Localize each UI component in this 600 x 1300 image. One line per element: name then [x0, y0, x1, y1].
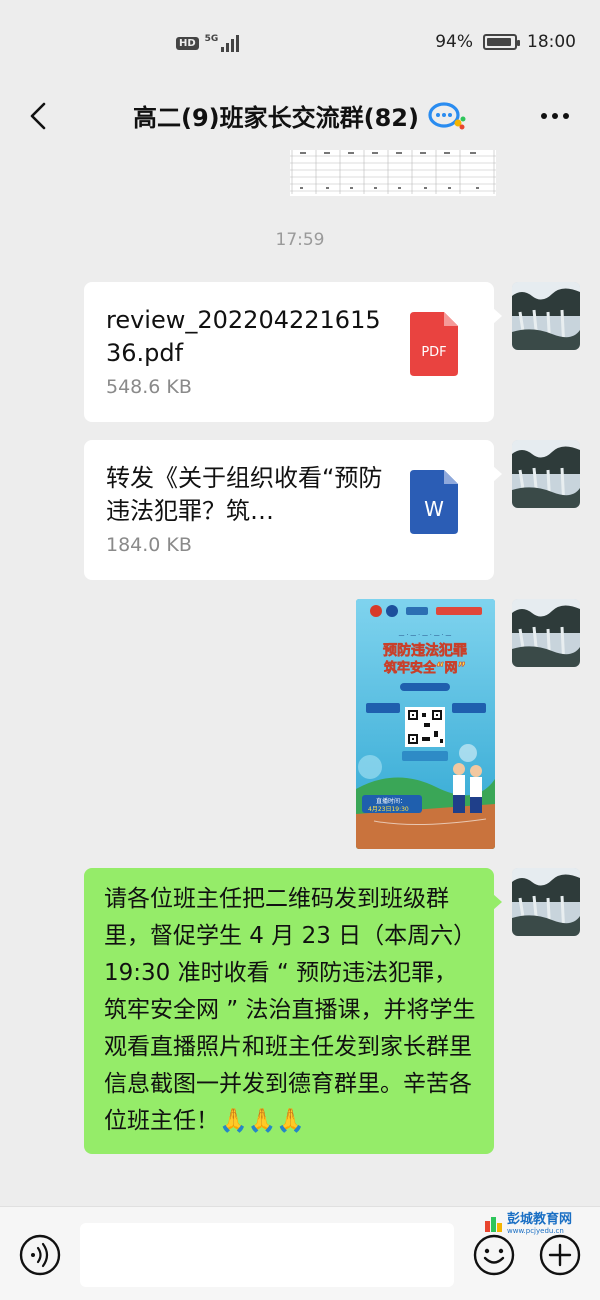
- poster-live-time: 4月23日19:30: [368, 806, 409, 813]
- avatar[interactable]: [512, 868, 580, 936]
- chat-group-icon: [428, 101, 466, 129]
- watermark-text: 彭城教育网: [507, 1212, 573, 1227]
- pdf-icon: PDF: [410, 312, 458, 376]
- word-icon: W: [410, 470, 458, 534]
- poster-title: 预防违法犯罪: [383, 642, 467, 659]
- more-dots-icon[interactable]: [538, 102, 572, 130]
- file-size: 184.0 KB: [106, 534, 192, 556]
- table-image-message[interactable]: [290, 150, 496, 196]
- hd-badge: HD: [176, 36, 199, 50]
- avatar[interactable]: [512, 282, 580, 350]
- page-title: 高二(9)班家长交流群(82): [133, 104, 419, 132]
- file-message-pdf[interactable]: review_20220422161536.pdf 548.6 KB PDF: [84, 282, 502, 422]
- avatar[interactable]: [512, 440, 580, 508]
- chat-title-area: 高二(9)班家长交流群(82): [0, 98, 600, 133]
- watermark: 彭城教育网 www.pcjyedu.cn: [484, 1213, 572, 1235]
- file-name: 转发《关于组织收看“预防违法犯罪？筑…: [106, 464, 383, 525]
- battery-fill: [487, 38, 512, 46]
- battery-percent: 94%: [435, 32, 473, 52]
- file-message-word[interactable]: 转发《关于组织收看“预防违法犯罪？筑… 184.0 KB W: [84, 440, 502, 580]
- status-left: HD 5G: [176, 34, 240, 52]
- file-name: review_20220422161536.pdf: [106, 306, 381, 367]
- battery-icon: [483, 34, 520, 50]
- message-text: 请各位班主任把二维码发到班级群里，督促学生 4 月 23 日（本周六）19:30…: [104, 886, 476, 1134]
- voice-icon[interactable]: [18, 1233, 62, 1277]
- input-bar: 彭城教育网 www.pcjyedu.cn: [0, 1206, 600, 1300]
- watermark-logo-icon: [485, 1217, 502, 1232]
- poster-live-label: 直播时间：: [376, 797, 406, 805]
- svg-text:— · — · — · — · —: — · — · — · — · —: [399, 632, 452, 639]
- avatar[interactable]: [512, 599, 580, 667]
- pdf-icon-label: PDF: [421, 345, 446, 360]
- poster-subtitle: 筑牢安全“网”: [384, 660, 466, 676]
- status-bar: HD 5G 94% 18:00: [0, 0, 600, 86]
- plus-icon[interactable]: [538, 1233, 582, 1277]
- navbar: 高二(9)班家长交流群(82): [0, 86, 600, 146]
- message-input[interactable]: [80, 1223, 454, 1287]
- emoji-icon[interactable]: [472, 1233, 516, 1277]
- poster-image-message[interactable]: — · — · — · — · — 预防违法犯罪 筑牢安全“网” 直播时间： 4…: [356, 599, 495, 849]
- status-right: 94% 18:00: [435, 32, 576, 52]
- message-timestamp: 17:59: [275, 230, 325, 250]
- text-message-bubble[interactable]: 请各位班主任把二维码发到班级群里，督促学生 4 月 23 日（本周六）19:30…: [84, 868, 502, 1154]
- clock: 18:00: [527, 32, 576, 52]
- chat-area[interactable]: 17:59 review_20220422161536.pdf 548.6 KB…: [0, 146, 600, 1206]
- word-icon-label: W: [424, 497, 444, 521]
- network-label: 5G: [204, 34, 219, 44]
- file-size: 548.6 KB: [106, 376, 192, 398]
- signal-icon: 5G: [205, 34, 240, 52]
